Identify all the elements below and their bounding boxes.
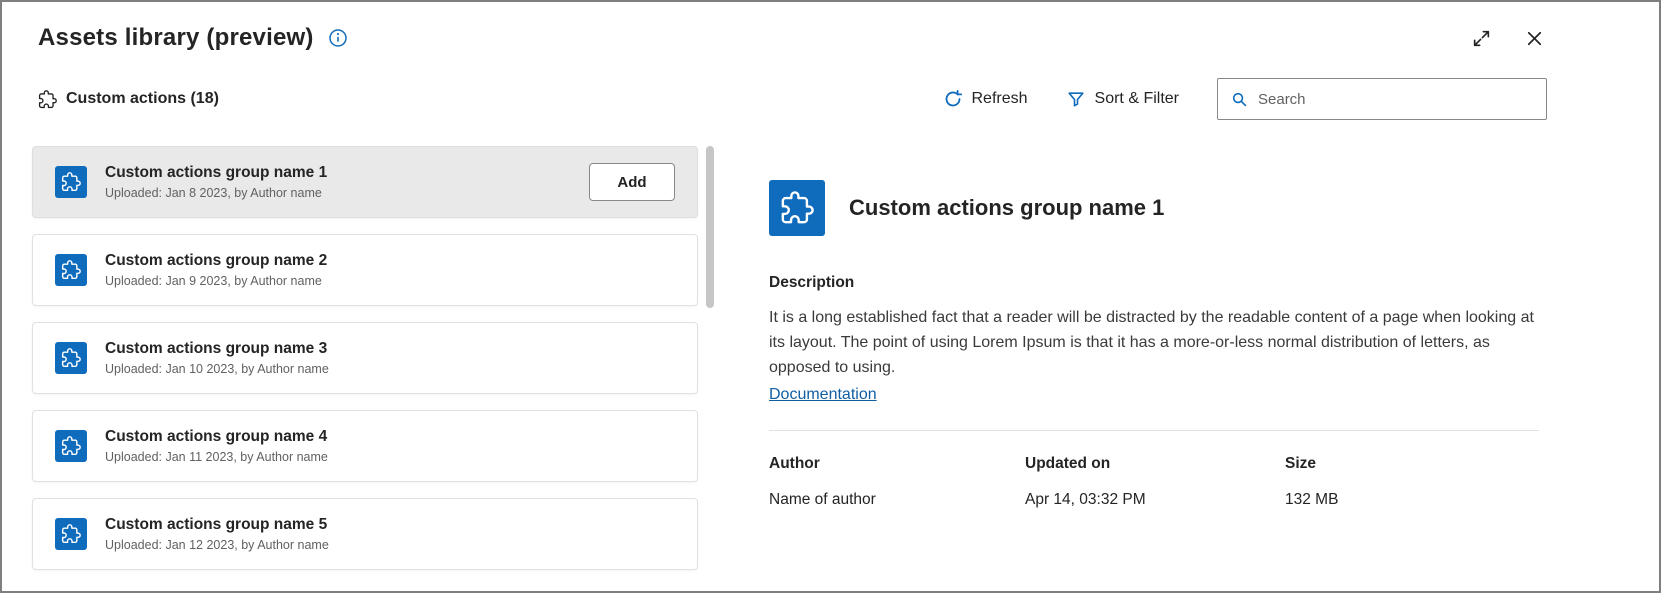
puzzle-icon — [55, 166, 87, 198]
list-scrollbar — [706, 146, 714, 566]
assets-library-dialog: Assets library (preview) Custom actions … — [0, 0, 1661, 593]
search-input[interactable] — [1258, 90, 1534, 108]
main-content: Custom actions group name 1 Uploaded: Ja… — [2, 120, 1659, 591]
dialog-header: Assets library (preview) Custom actions … — [2, 2, 1659, 120]
size-value: 132 MB — [1285, 491, 1339, 509]
scrollbar-thumb[interactable] — [706, 146, 714, 308]
metadata-table: Author Name of author Updated on Apr 14,… — [769, 455, 1539, 509]
author-value: Name of author — [769, 491, 876, 509]
search-icon — [1230, 90, 1249, 109]
puzzle-icon — [55, 254, 87, 286]
list-item-subtitle: Uploaded: Jan 10 2023, by Author name — [105, 362, 329, 376]
description-label: Description — [769, 274, 855, 291]
list-item-subtitle: Uploaded: Jan 12 2023, by Author name — [105, 538, 329, 552]
sort-filter-button[interactable]: Sort & Filter — [1066, 89, 1179, 109]
list-item[interactable]: Custom actions group name 5 Uploaded: Ja… — [32, 498, 698, 570]
list-item-subtitle: Uploaded: Jan 9 2023, by Author name — [105, 274, 322, 288]
meta-column-author: Author Name of author — [769, 455, 1025, 509]
filter-icon — [1066, 89, 1086, 109]
assets-list-pane: Custom actions group name 1 Uploaded: Ja… — [32, 146, 724, 591]
updated-on-value: Apr 14, 03:32 PM — [1025, 491, 1146, 509]
page-title: Assets library (preview) — [38, 24, 314, 51]
list-item[interactable]: Custom actions group name 2 Uploaded: Ja… — [32, 234, 698, 306]
list-item-subtitle: Uploaded: Jan 11 2023, by Author name — [105, 450, 328, 464]
list-item[interactable]: Custom actions group name 3 Uploaded: Ja… — [32, 322, 698, 394]
toolbar: Custom actions (18) Refresh Sort & Filte… — [38, 78, 1547, 120]
meta-column-updated: Updated on Apr 14, 03:32 PM — [1025, 455, 1285, 509]
list-item-title: Custom actions group name 3 — [105, 340, 328, 357]
search-box — [1217, 78, 1547, 120]
list-item[interactable]: Custom actions group name 4 Uploaded: Ja… — [32, 410, 698, 482]
refresh-button[interactable]: Refresh — [943, 89, 1028, 109]
puzzle-icon — [55, 430, 87, 462]
close-icon[interactable] — [1522, 26, 1547, 51]
add-button[interactable]: Add — [589, 163, 675, 201]
puzzle-icon-large — [769, 180, 825, 236]
custom-actions-icon — [38, 90, 57, 109]
section-label-text: Custom actions (18) — [66, 90, 219, 107]
list-item-title: Custom actions group name 4 — [105, 428, 328, 445]
divider — [769, 430, 1539, 432]
updated-on-label: Updated on — [1025, 455, 1111, 473]
size-label: Size — [1285, 455, 1317, 473]
puzzle-icon — [55, 342, 87, 374]
info-icon[interactable] — [326, 26, 350, 50]
author-label: Author — [769, 455, 820, 473]
section-label: Custom actions (18) — [38, 90, 219, 109]
list-item-title: Custom actions group name 1 — [105, 164, 328, 181]
refresh-label: Refresh — [971, 90, 1028, 107]
puzzle-icon — [55, 518, 87, 550]
description-text: It is a long established fact that a rea… — [769, 309, 1534, 376]
refresh-icon — [943, 89, 963, 109]
list-item-subtitle: Uploaded: Jan 8 2023, by Author name — [105, 186, 322, 200]
asset-detail-pane: Custom actions group name 1 Description … — [724, 146, 1659, 591]
detail-title: Custom actions group name 1 — [849, 195, 1165, 220]
meta-column-size: Size 132 MB — [1285, 455, 1539, 509]
list-item-title: Custom actions group name 5 — [105, 516, 328, 533]
list-item-title: Custom actions group name 2 — [105, 252, 328, 269]
expand-icon[interactable] — [1469, 26, 1494, 51]
sort-filter-label: Sort & Filter — [1094, 90, 1179, 107]
documentation-link[interactable]: Documentation — [769, 386, 877, 404]
list-item[interactable]: Custom actions group name 1 Uploaded: Ja… — [32, 146, 698, 218]
